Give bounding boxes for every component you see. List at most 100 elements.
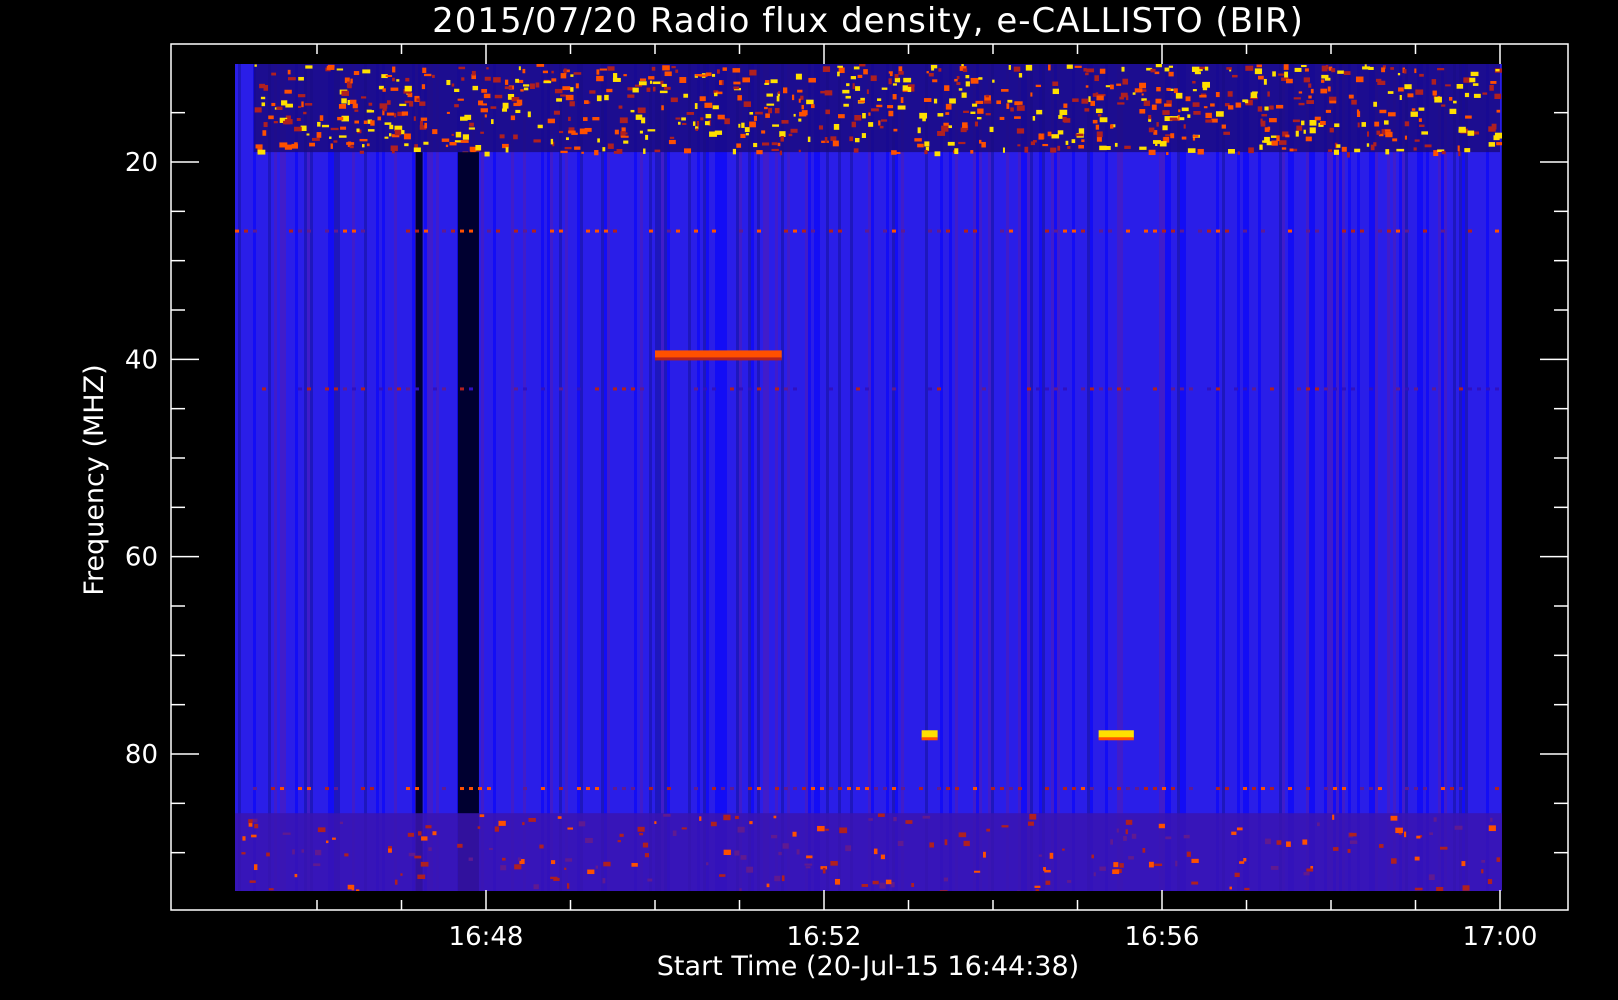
interference-speck xyxy=(892,94,897,100)
persistent-line-segment xyxy=(973,787,977,791)
persistent-line-segment xyxy=(631,787,635,791)
heatmap-column xyxy=(238,64,241,891)
persistent-line-segment xyxy=(1126,229,1130,233)
persistent-line-segment xyxy=(1432,387,1436,391)
interference-speck xyxy=(1038,133,1044,140)
heatmap-column xyxy=(559,64,562,891)
persistent-line-segment xyxy=(1360,229,1364,233)
interference-speck xyxy=(338,135,347,138)
interference-speck xyxy=(1173,88,1178,94)
interference-speck xyxy=(948,125,953,129)
interference-speck xyxy=(593,890,600,891)
interference-speck xyxy=(891,150,897,155)
heatmap-column xyxy=(850,64,853,891)
heatmap-column xyxy=(1369,64,1372,891)
interference-speck xyxy=(564,867,567,870)
interference-speck xyxy=(1481,869,1484,874)
interference-speck xyxy=(739,888,742,891)
interference-speck xyxy=(1148,114,1152,120)
interference-speck xyxy=(1095,108,1103,114)
persistent-line-segment xyxy=(559,229,563,233)
interference-speck xyxy=(756,150,763,155)
interference-speck xyxy=(974,870,981,873)
interference-speck xyxy=(550,876,558,880)
heatmap-column xyxy=(1120,64,1123,891)
interference-speck xyxy=(551,78,557,82)
interference-speck xyxy=(1035,889,1040,891)
interference-speck xyxy=(733,81,741,85)
heatmap-column xyxy=(328,64,331,891)
interference-speck xyxy=(1192,89,1197,92)
interference-speck xyxy=(662,898,665,901)
persistent-line-segment xyxy=(559,787,563,791)
interference-speck xyxy=(1192,102,1200,107)
interference-speck xyxy=(1096,95,1104,101)
interference-speck xyxy=(285,103,293,108)
persistent-line-segment xyxy=(1378,787,1382,791)
interference-speck xyxy=(1128,856,1134,860)
radio-burst-edge xyxy=(655,357,782,361)
persistent-line-segment xyxy=(1378,229,1382,233)
interference-speck xyxy=(417,874,426,880)
interference-speck xyxy=(1404,135,1407,140)
interference-speck xyxy=(938,68,942,72)
interference-speck xyxy=(559,130,564,134)
interference-speck xyxy=(261,102,266,107)
persistent-line-segment xyxy=(730,787,734,791)
interference-speck xyxy=(319,115,324,121)
interference-speck xyxy=(242,836,246,841)
interference-speck xyxy=(907,84,915,88)
interference-speck xyxy=(504,86,513,90)
persistent-line-segment xyxy=(235,229,239,233)
persistent-line-segment xyxy=(1045,787,1049,791)
interference-speck xyxy=(570,74,574,77)
interference-band xyxy=(235,813,1502,891)
interference-speck xyxy=(1051,134,1060,139)
interference-speck xyxy=(468,127,475,130)
persistent-line-segment xyxy=(1423,229,1427,233)
interference-speck xyxy=(1470,901,1478,906)
persistent-line-segment xyxy=(433,387,437,391)
persistent-line-segment xyxy=(307,387,311,391)
interference-speck xyxy=(1414,139,1420,142)
interference-speck xyxy=(820,90,828,94)
interference-speck xyxy=(484,76,491,81)
interference-speck xyxy=(1010,107,1014,112)
interference-speck xyxy=(589,90,596,94)
interference-speck xyxy=(1259,144,1263,150)
interference-speck xyxy=(386,112,395,116)
interference-speck xyxy=(898,66,903,72)
interference-speck xyxy=(1235,102,1242,108)
heatmap-column xyxy=(337,64,340,891)
persistent-line-segment xyxy=(856,787,860,791)
interference-speck xyxy=(409,101,414,107)
interference-speck xyxy=(481,88,488,93)
interference-speck xyxy=(1152,140,1161,144)
x-axis-label: Start Time (20-Jul-15 16:44:38) xyxy=(657,951,1079,982)
persistent-line-segment xyxy=(1189,787,1193,791)
heatmap-column xyxy=(892,64,895,891)
interference-speck xyxy=(723,814,731,821)
interference-speck xyxy=(877,813,885,817)
interference-speck xyxy=(717,114,725,120)
persistent-line-segment xyxy=(1216,229,1220,233)
interference-speck xyxy=(1081,98,1089,104)
interference-speck xyxy=(934,151,941,157)
interference-speck xyxy=(341,90,350,96)
interference-speck xyxy=(861,883,869,887)
persistent-line-segment xyxy=(460,787,464,791)
interference-speck xyxy=(692,121,696,126)
persistent-line-segment xyxy=(487,229,491,233)
heatmap-column xyxy=(925,64,928,891)
interference-speck xyxy=(1421,131,1429,135)
interference-speck xyxy=(539,844,544,849)
interference-speck xyxy=(1436,886,1444,891)
interference-speck xyxy=(897,840,904,846)
persistent-line-segment xyxy=(937,787,941,791)
heatmap-column xyxy=(1402,64,1405,891)
interference-speck xyxy=(711,73,716,77)
interference-speck xyxy=(1308,95,1312,99)
heatmap-column xyxy=(1312,64,1315,891)
interference-speck xyxy=(1099,866,1106,871)
interference-speck xyxy=(1090,100,1096,106)
